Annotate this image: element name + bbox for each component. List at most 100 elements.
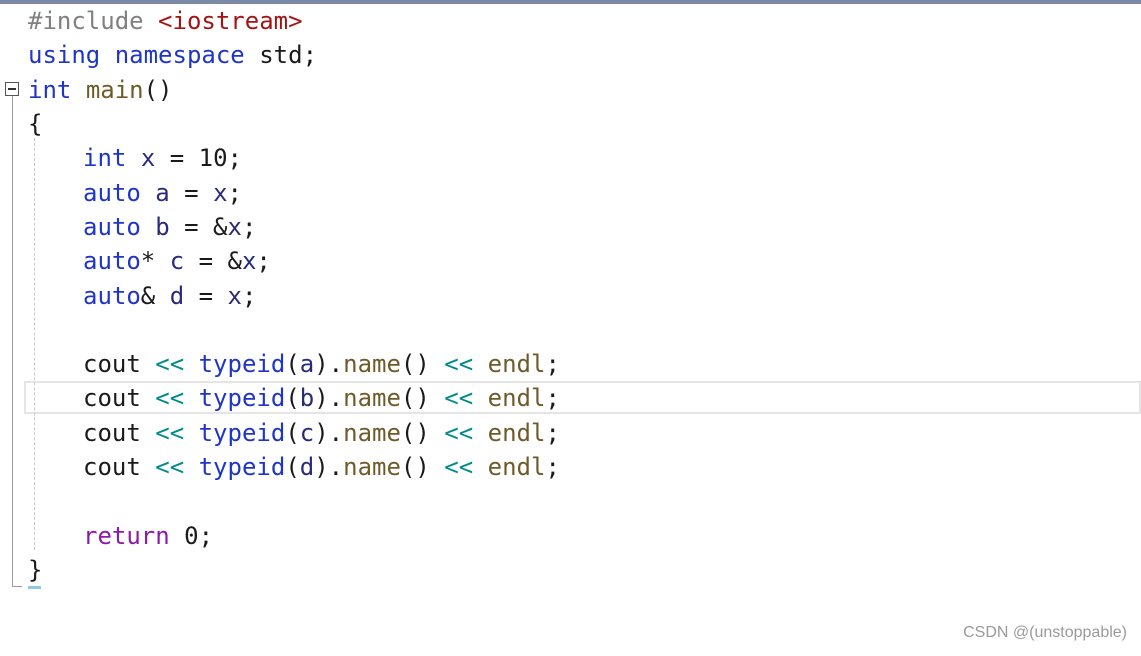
- identifier: endl: [487, 453, 546, 481]
- variable: c: [169, 247, 185, 275]
- punctuation: (): [400, 453, 430, 481]
- watermark: CSDN @(unstoppable): [963, 624, 1127, 641]
- keyword: typeid: [198, 419, 286, 447]
- fold-region-end: [12, 586, 22, 587]
- namespace-name: std: [259, 41, 303, 69]
- variable: a: [299, 350, 315, 378]
- punctuation: (): [143, 76, 173, 104]
- expression: = 10;: [155, 144, 242, 172]
- variable: d: [299, 453, 315, 481]
- punctuation: ;: [241, 282, 257, 310]
- stream-operator: <<: [155, 453, 185, 481]
- punctuation: ).: [314, 350, 344, 378]
- identifier: cout: [83, 419, 141, 447]
- variable: x: [241, 247, 257, 275]
- fold-region-line: [12, 96, 13, 587]
- punctuation: ).: [314, 453, 344, 481]
- keyword: auto: [83, 213, 141, 241]
- keyword: auto: [83, 179, 141, 207]
- variable: x: [213, 179, 228, 207]
- stream-operator: <<: [444, 453, 474, 481]
- variable: d: [169, 282, 185, 310]
- include-header: <iostream>: [158, 7, 303, 35]
- code-line-17[interactable]: }: [28, 553, 42, 587]
- keyword: typeid: [198, 453, 286, 481]
- punctuation: (: [285, 419, 300, 447]
- code-line-5[interactable]: int x = 10;: [83, 141, 242, 175]
- punctuation: ;: [545, 384, 560, 412]
- stream-operator: <<: [444, 419, 474, 447]
- code-line-6[interactable]: auto a = x;: [83, 176, 242, 210]
- keyword: int: [28, 76, 72, 104]
- code-line-3[interactable]: int main(): [28, 73, 173, 107]
- keyword: auto: [83, 247, 141, 275]
- return-keyword: return: [83, 522, 170, 550]
- code-line-14[interactable]: cout << typeid(d).name() << endl;: [83, 450, 560, 484]
- keyword: typeid: [198, 350, 286, 378]
- function-name: name: [343, 350, 401, 378]
- identifier: endl: [487, 419, 546, 447]
- brace-match-marker: [28, 586, 41, 589]
- function-name: name: [343, 453, 401, 481]
- operator: = &: [169, 213, 228, 241]
- code-line-13[interactable]: cout << typeid(c).name() << endl;: [83, 416, 560, 450]
- punctuation: ;: [198, 522, 214, 550]
- reference-symbol: &: [140, 282, 156, 310]
- code-line-11[interactable]: cout << typeid(a).name() << endl;: [83, 347, 560, 381]
- punctuation: ;: [545, 453, 560, 481]
- variable: c: [299, 419, 315, 447]
- keyword: typeid: [198, 384, 286, 412]
- keyword: int: [83, 144, 127, 172]
- punctuation: (: [285, 384, 300, 412]
- operator: =: [184, 282, 228, 310]
- punctuation: (: [285, 350, 300, 378]
- punctuation: ;: [256, 247, 271, 275]
- identifier: cout: [83, 384, 141, 412]
- variable: a: [155, 179, 170, 207]
- code-line-1[interactable]: #include <iostream>: [28, 4, 303, 38]
- variable: x: [140, 144, 156, 172]
- identifier: endl: [487, 350, 546, 378]
- identifier: endl: [487, 384, 546, 412]
- code-editor[interactable]: #include <iostream> using namespace std;…: [0, 0, 1141, 600]
- punctuation: (): [400, 384, 430, 412]
- stream-operator: <<: [444, 350, 474, 378]
- close-brace: }: [28, 556, 43, 584]
- identifier: cout: [83, 350, 141, 378]
- code-line-4[interactable]: {: [28, 107, 42, 141]
- function-name: name: [343, 419, 401, 447]
- punctuation: ;: [302, 41, 318, 69]
- punctuation: ;: [227, 179, 242, 207]
- code-line-12[interactable]: cout << typeid(b).name() << endl;: [83, 381, 560, 415]
- keyword: auto: [83, 282, 141, 310]
- preprocessor-directive: #include: [28, 7, 144, 35]
- collapse-icon[interactable]: [5, 82, 19, 96]
- keyword: namespace: [114, 41, 245, 69]
- punctuation: (): [400, 350, 430, 378]
- punctuation: ).: [314, 384, 344, 412]
- variable: b: [299, 384, 315, 412]
- code-line-8[interactable]: auto* c = &x;: [83, 244, 271, 278]
- code-line-9[interactable]: auto& d = x;: [83, 279, 256, 313]
- code-line-16[interactable]: return 0;: [83, 519, 213, 553]
- code-line-2[interactable]: using namespace std;: [28, 38, 317, 72]
- function-name: name: [343, 384, 401, 412]
- open-brace: {: [28, 110, 43, 138]
- identifier: cout: [83, 453, 141, 481]
- variable: x: [227, 213, 242, 241]
- function-name: main: [85, 76, 144, 104]
- pointer-symbol: *: [140, 247, 156, 275]
- punctuation: ;: [241, 213, 257, 241]
- variable: x: [227, 282, 242, 310]
- punctuation: (): [400, 419, 430, 447]
- code-line-7[interactable]: auto b = &x;: [83, 210, 256, 244]
- variable: b: [155, 213, 170, 241]
- punctuation: (: [285, 453, 300, 481]
- stream-operator: <<: [155, 419, 185, 447]
- punctuation: ;: [545, 419, 560, 447]
- stream-operator: <<: [155, 384, 185, 412]
- stream-operator: <<: [155, 350, 185, 378]
- punctuation: ;: [545, 350, 560, 378]
- indent-guide: [34, 138, 35, 550]
- number-literal: 0: [184, 522, 199, 550]
